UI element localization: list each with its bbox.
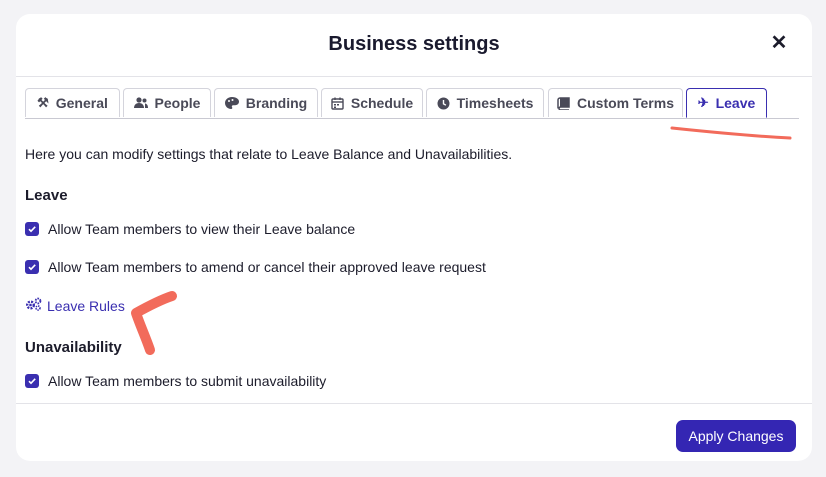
apply-changes-button[interactable]: Apply Changes [676,420,796,452]
option-label: Allow Team members to submit unavailabil… [48,373,327,389]
tab-people[interactable]: People [123,88,211,117]
option-amend-cancel-leave: Allow Team members to amend or cancel th… [25,259,486,275]
tab-label: People [154,95,201,111]
people-icon [133,97,148,109]
tab-branding[interactable]: Branding [214,88,318,117]
book-icon [557,96,570,110]
checkbox-amend-cancel-leave[interactable] [25,260,39,274]
tab-timesheets[interactable]: Timesheets [426,88,544,117]
check-icon [28,378,36,385]
check-icon [28,226,36,233]
tab-label: Branding [245,95,308,111]
tab-general[interactable]: ⚒ General [25,88,120,117]
checkbox-view-leave-balance[interactable] [25,222,39,236]
checkbox-submit-unavailability[interactable] [25,374,39,388]
palette-icon [224,97,239,109]
tab-label: Leave [715,95,756,111]
option-label: Allow Team members to amend or cancel th… [48,259,486,275]
unavailability-section-title: Unavailability [25,339,122,356]
modal-header: Business settings ✕ [16,14,812,77]
option-label: Allow Team members to view their Leave b… [48,221,356,237]
tab-label: Timesheets [456,95,534,111]
clock-icon [437,97,450,110]
tab-label: Schedule [350,95,414,111]
footer-divider [16,403,812,404]
tab-label: Custom Terms [577,95,674,111]
leave-rules-link[interactable]: Leave Rules [25,297,125,314]
tab-schedule[interactable]: Schedule [321,88,423,117]
check-icon [28,264,36,271]
tab-custom-terms[interactable]: Custom Terms [548,88,683,117]
close-icon[interactable]: ✕ [768,32,790,54]
business-settings-modal: Business settings ✕ ⚒ General People Bra… [16,14,812,461]
tab-leave[interactable]: ✈ Leave [686,88,767,118]
plane-icon: ✈ [697,95,709,110]
tools-icon: ⚒ [37,95,49,110]
option-view-leave-balance: Allow Team members to view their Leave b… [25,221,355,237]
settings-description: Here you can modify settings that relate… [25,146,513,162]
calendar-icon [331,97,344,110]
gears-icon [25,297,42,314]
modal-title: Business settings [328,33,500,55]
leave-rules-label: Leave Rules [47,297,125,314]
tab-label: General [55,95,108,111]
settings-tabs: ⚒ General People Branding Schedule Times… [25,88,799,119]
leave-section-title: Leave [25,187,68,204]
option-submit-unavailability: Allow Team members to submit unavailabil… [25,373,326,389]
